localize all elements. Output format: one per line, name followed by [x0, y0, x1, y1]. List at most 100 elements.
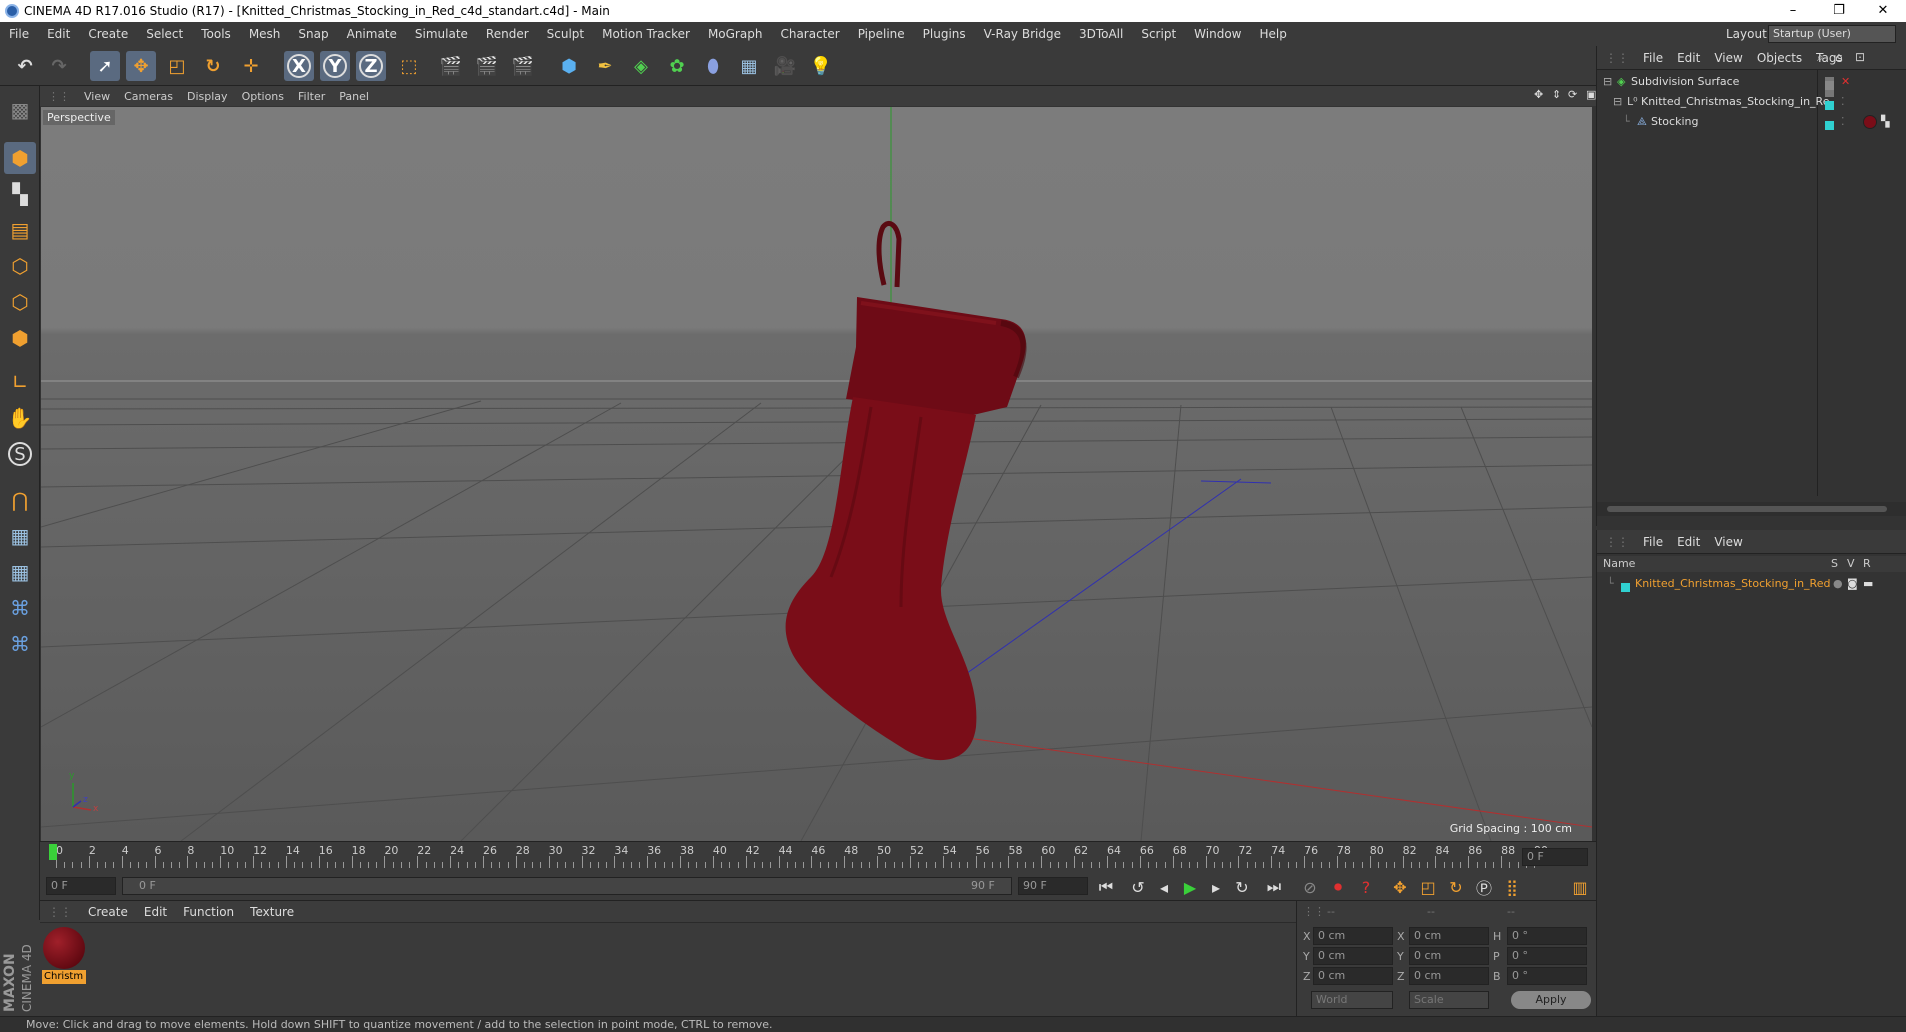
previous-frame-button[interactable]: ◂ — [1152, 875, 1176, 899]
add-camera-button[interactable]: 🎥 — [770, 51, 800, 81]
python-script-button-1[interactable]: ⌘ — [4, 592, 36, 624]
collapse-icon[interactable]: ⊟ — [1613, 92, 1622, 112]
stocking-model[interactable] — [785, 221, 1027, 761]
lock-workplane-button[interactable]: ▦ — [4, 520, 36, 552]
size-y-field[interactable]: 0 cm — [1409, 947, 1489, 965]
menu-motion-tracker[interactable]: Motion Tracker — [602, 27, 690, 41]
menu-mograph[interactable]: MoGraph — [708, 27, 763, 41]
timeline-playhead[interactable] — [49, 844, 57, 860]
object-menu-file[interactable]: File — [1643, 51, 1663, 65]
close-button[interactable]: ✕ — [1860, 0, 1906, 22]
viewport-menu-display[interactable]: Display — [187, 90, 228, 103]
size-z-field[interactable]: 0 cm — [1409, 967, 1489, 985]
disable-toggle-icon[interactable]: ✕ — [1841, 72, 1850, 92]
object-menu-edit[interactable]: Edit — [1677, 51, 1700, 65]
scale-tool-button[interactable]: ◰ — [162, 51, 192, 81]
menu-animate[interactable]: Animate — [347, 27, 397, 41]
viewport-zoom-icon[interactable]: ⇕ — [1552, 88, 1561, 101]
scroll-thumb[interactable] — [1607, 506, 1887, 512]
z-axis-lock-button[interactable]: Z — [356, 51, 386, 81]
layer-name[interactable]: Knitted_Christmas_Stocking_in_Red — [1635, 574, 1830, 594]
menu-mesh[interactable]: Mesh — [249, 27, 281, 41]
object-menu-objects[interactable]: Objects — [1757, 51, 1802, 65]
live-selection-button[interactable]: ➚ — [90, 51, 120, 81]
viewport-move-icon[interactable]: ✥ — [1534, 88, 1543, 101]
menu-pipeline[interactable]: Pipeline — [858, 27, 905, 41]
viewport-menu-cameras[interactable]: Cameras — [124, 90, 173, 103]
points-mode-button[interactable]: ⬡ — [4, 250, 36, 282]
polygons-mode-button[interactable]: ⬢ — [4, 322, 36, 354]
viewport-rotate-icon[interactable]: ⟳ — [1568, 88, 1577, 101]
model-mode-button[interactable]: ⬢ — [4, 142, 36, 174]
make-editable-button[interactable]: ▩ — [4, 94, 36, 126]
add-array-button[interactable]: ✿ — [662, 51, 692, 81]
menu-simulate[interactable]: Simulate — [415, 27, 468, 41]
planar-workplane-button[interactable]: ▦ — [4, 556, 36, 588]
menu-render[interactable]: Render — [486, 27, 529, 41]
keyframe-selection-button[interactable]: ⊘ — [1298, 875, 1322, 899]
menu-vray-bridge[interactable]: V-Ray Bridge — [984, 27, 1061, 41]
key-scale-button[interactable]: ◰ — [1416, 875, 1440, 899]
end-frame-field[interactable]: 90 F — [1018, 877, 1088, 895]
transform-tool-button[interactable]: ✛ — [236, 51, 266, 81]
viewport-menu-filter[interactable]: Filter — [298, 90, 325, 103]
position-x-field[interactable]: 0 cm — [1313, 927, 1393, 945]
rotation-b-field[interactable]: 0 ° — [1507, 967, 1587, 985]
snap-button[interactable]: S — [4, 438, 36, 470]
layer-menu-file[interactable]: File — [1643, 535, 1663, 549]
object-name[interactable]: Subdivision Surface — [1631, 72, 1739, 92]
add-floor-button[interactable]: ▦ — [734, 51, 764, 81]
python-script-button-2[interactable]: ⌘ — [4, 628, 36, 660]
menu-edit[interactable]: Edit — [47, 27, 70, 41]
menu-script[interactable]: Script — [1141, 27, 1176, 41]
undo-button[interactable]: ↶ — [10, 51, 40, 81]
object-horizontal-scrollbar[interactable] — [1597, 502, 1906, 516]
menu-create[interactable]: Create — [88, 27, 128, 41]
go-to-start-button[interactable]: ⏮ — [1094, 875, 1118, 899]
record-active-button[interactable]: ⏺ — [1326, 875, 1350, 899]
material-swatch[interactable]: Christm — [42, 926, 86, 984]
coordinate-space-select[interactable]: World — [1311, 991, 1393, 1009]
solo-dot-icon[interactable]: ● — [1833, 574, 1843, 594]
previous-keyframe-button[interactable]: ↺ — [1126, 875, 1150, 899]
add-deformer-button[interactable]: ⬮ — [698, 51, 728, 81]
frame-range-slider[interactable]: 0 F 90 F — [122, 877, 1012, 895]
coordinate-mode-select[interactable]: Scale — [1409, 991, 1489, 1009]
apply-button[interactable]: Apply — [1511, 991, 1591, 1009]
object-row-stocking[interactable]: └ ⟁ Stocking ⁚ ▚ — [1597, 112, 1906, 132]
viewport-maximize-icon[interactable]: ▣ — [1586, 88, 1596, 101]
start-frame-field[interactable]: 0 F — [46, 877, 116, 895]
key-rotation-button[interactable]: ↻ — [1444, 875, 1468, 899]
autokey-button[interactable]: ? — [1354, 875, 1378, 899]
object-row-subdivision-surface[interactable]: ⊟ ◈ Subdivision Surface ✕ — [1597, 72, 1906, 97]
key-position-button[interactable]: ✥ — [1388, 875, 1412, 899]
move-tool-button[interactable]: ✥ — [126, 51, 156, 81]
viewport-menu-options[interactable]: Options — [242, 90, 284, 103]
timeline-ruler[interactable]: 0 2 4 6 8 10 12 14 16 18 20 22 24 26 28 30 32 34 36 38 40 42 4… — [40, 841, 1596, 871]
menu-snap[interactable]: Snap — [298, 27, 328, 41]
viewport-menu-panel[interactable]: Panel — [339, 90, 369, 103]
render-icon[interactable]: ▬ — [1863, 574, 1873, 594]
menu-tools[interactable]: Tools — [201, 27, 231, 41]
visibility-dots-icon[interactable]: ⁚ — [1841, 112, 1845, 132]
material-menu-edit[interactable]: Edit — [144, 905, 167, 919]
material-menu-texture[interactable]: Texture — [250, 905, 294, 919]
restore-button[interactable]: ❐ — [1816, 0, 1862, 22]
play-button[interactable]: ▶ — [1178, 875, 1202, 899]
key-point-level-button[interactable]: ⣿ — [1500, 875, 1524, 899]
new-view-icon[interactable]: ⊡ — [1855, 50, 1865, 64]
search-icon[interactable]: ⌕ — [1817, 50, 1824, 65]
material-menu-create[interactable]: Create — [88, 905, 128, 919]
y-axis-lock-button[interactable]: Y — [320, 51, 350, 81]
object-name[interactable]: Knitted_Christmas_Stocking_in_Re — [1641, 92, 1829, 112]
go-to-end-button[interactable]: ⏭ — [1262, 875, 1286, 899]
next-frame-button[interactable]: ▸ — [1204, 875, 1228, 899]
next-keyframe-button[interactable]: ↻ — [1230, 875, 1254, 899]
magnet-button[interactable]: ⋂ — [4, 484, 36, 516]
texture-mode-button[interactable]: ▚ — [4, 178, 36, 210]
add-nurbs-button[interactable]: ◈ — [626, 51, 656, 81]
menu-sculpt[interactable]: Sculpt — [547, 27, 584, 41]
rotate-tool-button[interactable]: ↻ — [198, 51, 228, 81]
menu-file[interactable]: File — [9, 27, 29, 41]
edges-mode-button[interactable]: ⬡ — [4, 286, 36, 318]
